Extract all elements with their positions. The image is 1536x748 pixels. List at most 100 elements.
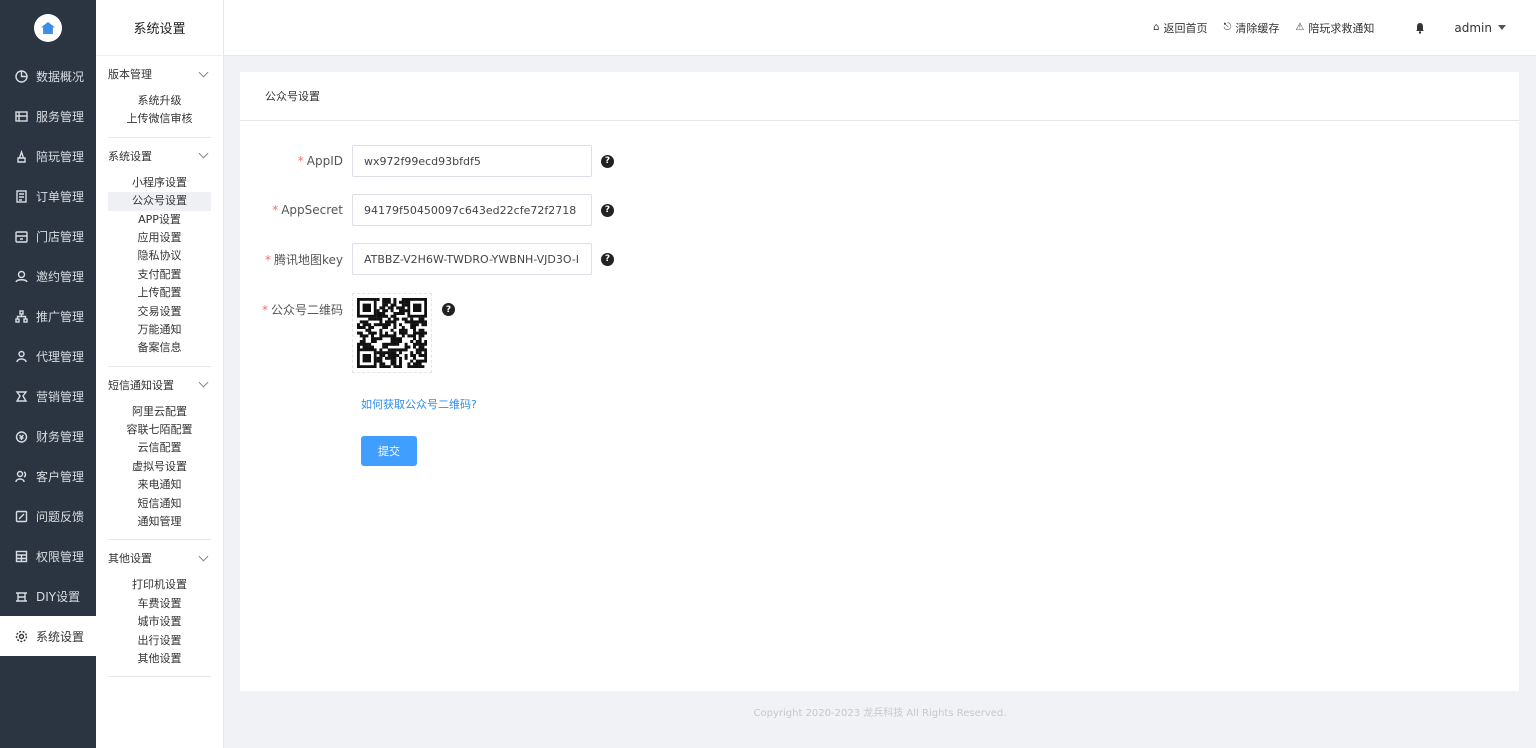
submenu-title: 系统设置: [96, 0, 223, 56]
nav-item-4[interactable]: 订单管理: [0, 176, 96, 216]
nav-item-15[interactable]: 系统设置: [0, 616, 96, 656]
submenu-item[interactable]: 出行设置: [108, 632, 211, 650]
nav-item-5[interactable]: 门店管理: [0, 216, 96, 256]
submenu-item[interactable]: 上传配置: [108, 284, 211, 302]
qr-label: * 公众号二维码: [261, 303, 343, 317]
submenu-item[interactable]: 通知管理: [108, 513, 211, 531]
qr-help-link[interactable]: 如何获取公众号二维码?: [361, 396, 477, 412]
appid-label: * AppID: [297, 154, 343, 168]
submenu-item[interactable]: 其他设置: [108, 650, 211, 668]
nav-item-label: 问题反馈: [36, 509, 85, 524]
qr-row: * 公众号二维码 ?: [240, 293, 455, 373]
home-icon: ⌂: [1153, 22, 1160, 33]
nav-item-11[interactable]: 客户管理: [0, 456, 96, 496]
submenu-group-header[interactable]: 短信通知设置: [108, 367, 211, 403]
help-icon[interactable]: ?: [601, 154, 614, 168]
submenu-item[interactable]: 系统升级: [108, 92, 211, 110]
submenu-item[interactable]: 支付配置: [108, 266, 211, 284]
appsecret-input[interactable]: [352, 194, 592, 226]
nav-item-7[interactable]: 推广管理: [0, 296, 96, 336]
help-icon[interactable]: ?: [442, 303, 455, 316]
agent-icon: [14, 349, 28, 363]
submenu-group-header[interactable]: 系统设置: [108, 138, 211, 174]
appsecret-row: *AppSecret ?: [240, 194, 614, 226]
submenu-group: 其他设置 打印机设置 车费设置 城市设置 出行设置 其他设置: [108, 540, 211, 678]
submenu-item[interactable]: 容联七陌配置: [108, 421, 211, 439]
nav-item-12[interactable]: 问题反馈: [0, 496, 96, 536]
invite-icon: [14, 269, 28, 283]
submenu-group-header[interactable]: 其他设置: [108, 540, 211, 576]
card-title: 公众号设置: [240, 72, 1519, 121]
marketing-icon: [14, 389, 28, 403]
submenu-item[interactable]: 城市设置: [108, 613, 211, 631]
nav-item-3[interactable]: 陪玩管理: [0, 136, 96, 176]
submenu-item[interactable]: 万能通知: [108, 321, 211, 339]
finance-icon: [14, 429, 28, 443]
username: admin: [1454, 20, 1492, 35]
submenu-item[interactable]: 短信通知: [108, 495, 211, 513]
submenu-item[interactable]: 车费设置: [108, 595, 211, 613]
nav-item-1[interactable]: 数据概况: [0, 56, 96, 96]
help-icon[interactable]: ?: [601, 203, 614, 217]
help-icon[interactable]: ?: [601, 252, 614, 266]
nav-item-13[interactable]: 权限管理: [0, 536, 96, 576]
main-nav: 数据概况服务管理陪玩管理订单管理门店管理邀约管理 推广管理代理管理营销管理财务管理…: [0, 0, 96, 748]
settings-submenu: 系统设置 版本管理 系统升级 上传微信审核 系统设置 小程序设置 公众号设置 APP设置 应用…: [96, 0, 224, 748]
submenu-item[interactable]: 公众号设置: [108, 192, 211, 211]
appid-input[interactable]: [352, 145, 592, 177]
nav-item-label: 服务管理: [36, 109, 85, 124]
submenu-item[interactable]: 虚拟号设置: [108, 458, 211, 476]
nav-item-label: 门店管理: [36, 229, 85, 244]
nav-item-label: 代理管理: [36, 349, 85, 364]
user-menu[interactable]: admin: [1454, 21, 1506, 35]
nav-item-10[interactable]: 财务管理: [0, 416, 96, 456]
nav-item-label: 营销管理: [36, 389, 85, 404]
submenu-group-title: 其他设置: [108, 552, 152, 566]
diy-icon: [14, 589, 28, 603]
submenu-item[interactable]: 来电通知: [108, 476, 211, 494]
app-root: 数据概况服务管理陪玩管理订单管理门店管理邀约管理 推广管理代理管理营销管理财务管理…: [0, 0, 1536, 748]
submenu-group: 系统设置 小程序设置 公众号设置 APP设置 应用设置 隐私协议 支付配置 上传配置 交易设置万…: [108, 138, 211, 367]
submenu-item[interactable]: 交易设置: [108, 303, 211, 321]
nav-item-6[interactable]: 邀约管理: [0, 256, 96, 296]
nav-item-9[interactable]: 营销管理: [0, 376, 96, 416]
submenu-group-header[interactable]: 版本管理: [108, 56, 211, 92]
logo[interactable]: [0, 0, 96, 56]
submenu-group: 短信通知设置 阿里云配置 容联七陌配置 云信配置 虚拟号设置 来电通知 短信通知 通知管理: [108, 367, 211, 541]
nav-item-8[interactable]: 代理管理: [0, 336, 96, 376]
order-icon: [14, 189, 28, 203]
qr-code-image: [357, 298, 427, 368]
submenu-item[interactable]: 备案信息: [108, 339, 211, 357]
permission-icon: [14, 549, 28, 563]
feedback-icon: [14, 509, 28, 523]
submenu-item[interactable]: 阿里云配置: [108, 403, 211, 421]
nav-item-label: 陪玩管理: [36, 149, 85, 164]
appid-row: *AppID ?: [240, 145, 614, 177]
submenu-item[interactable]: APP设置: [108, 211, 211, 229]
nav-item-14[interactable]: DIY设置: [0, 576, 96, 616]
submenu-item[interactable]: 小程序设置: [108, 174, 211, 192]
player-icon: [14, 149, 28, 163]
bell-icon[interactable]: [1414, 22, 1426, 34]
map-key-input[interactable]: [352, 243, 592, 275]
qr-upload[interactable]: [352, 293, 432, 373]
submenu-item[interactable]: 应用设置: [108, 229, 211, 247]
submit-button[interactable]: 提交: [361, 436, 417, 466]
sos-notice-label: 陪玩求救通知: [1308, 21, 1375, 35]
back-home-label: 返回首页: [1163, 21, 1208, 35]
clear-cache-link[interactable]: ⎋ 清除缓存: [1224, 20, 1280, 36]
nav-item-2[interactable]: 服务管理: [0, 96, 96, 136]
promotion-icon: [14, 309, 28, 323]
sos-notice-link[interactable]: ⚠ 陪玩求救通知: [1295, 20, 1374, 36]
submenu-item[interactable]: 打印机设置: [108, 576, 211, 594]
top-header: ⌂ 返回首页 ⎋ 清除缓存 ⚠ 陪玩求救通知 admin: [224, 0, 1536, 56]
nav-item-label: 订单管理: [36, 189, 85, 204]
submenu-item[interactable]: 隐私协议: [108, 247, 211, 265]
submenu-item[interactable]: 上传微信审核: [108, 110, 211, 128]
back-home-link[interactable]: ⌂ 返回首页: [1153, 20, 1207, 36]
caret-down-icon: [1498, 25, 1506, 30]
nav-item-label: 客户管理: [36, 469, 85, 484]
settings-icon: [14, 629, 28, 643]
nav-list: 数据概况服务管理陪玩管理订单管理门店管理邀约管理 推广管理代理管理营销管理财务管理…: [0, 56, 96, 656]
submenu-item[interactable]: 云信配置: [108, 439, 211, 457]
